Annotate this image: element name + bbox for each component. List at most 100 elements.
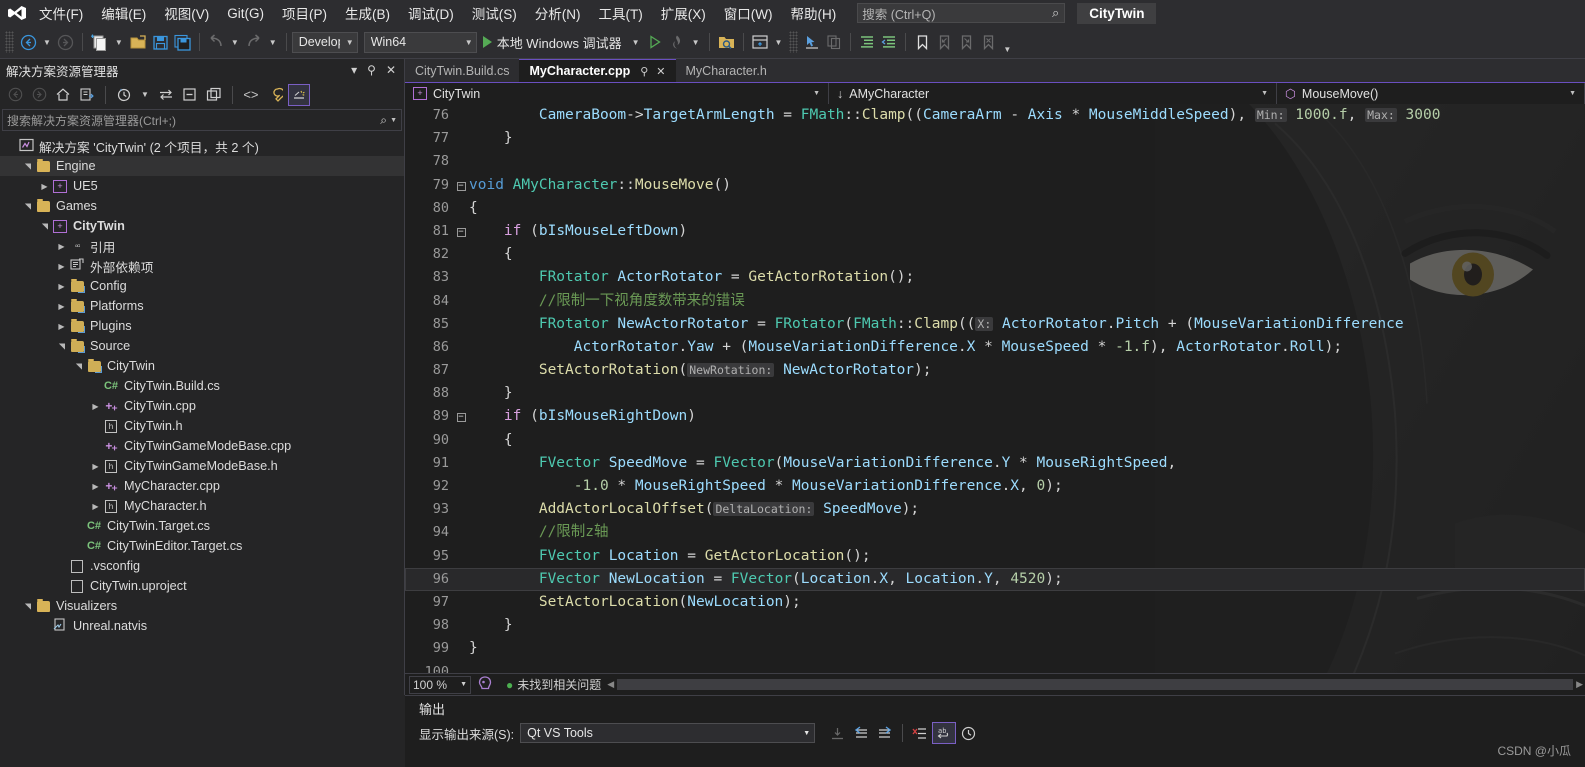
home-icon[interactable] [52,84,74,106]
expander-collapsed-icon[interactable]: ▶ [55,282,68,291]
decrease-indent-icon[interactable] [878,30,900,54]
menu-item-edit[interactable]: 编辑(E) [92,0,155,26]
expander-expanded-icon[interactable]: ◢ [23,200,32,213]
close-icon[interactable]: ✕ [656,65,665,78]
undo-dropdown-icon[interactable]: ▼ [227,38,243,47]
expander-collapsed-icon[interactable]: ▶ [89,402,102,411]
code-line[interactable]: 82 { [405,243,1585,266]
bookmark-icon[interactable] [911,30,933,54]
tree-item[interactable]: ▶ +₊ MyCharacter.cpp [0,476,404,496]
back-icon[interactable] [4,84,26,106]
code-line[interactable]: 96 FVector NewLocation = FVector(Locatio… [405,567,1585,591]
tree-item[interactable]: C# CityTwin.Build.cs [0,376,404,396]
hot-reload-icon[interactable] [666,30,688,54]
expander-collapsed-icon[interactable]: ▶ [55,242,68,251]
tree-item[interactable]: ▶ +₊ CityTwin.cpp [0,396,404,416]
navbar-type-dropdown[interactable]: ↓ AMyCharacter ▼ [829,83,1277,104]
play-outline-icon[interactable] [644,30,666,54]
pending-changes-icon[interactable] [76,84,98,106]
menu-item-help[interactable]: 帮助(H) [781,0,845,26]
selection-pointer-icon[interactable] [801,30,823,54]
output-clear-all-icon[interactable] [908,722,932,744]
code-line[interactable]: 84 //限制一下视角度数带来的错误 [405,290,1585,313]
tree-item[interactable]: C# CityTwin.Target.cs [0,516,404,536]
code-line[interactable]: 99} [405,637,1585,660]
tree-item[interactable]: ◢ Engine [0,156,404,176]
editor-tab-mycharacter-h[interactable]: MyCharacter.h [675,59,777,82]
search-folder-icon[interactable] [715,30,738,54]
new-folder-icon[interactable] [203,84,225,106]
history-icon[interactable] [113,84,135,106]
close-icon[interactable]: ✕ [386,63,396,77]
output-go-next-icon[interactable] [873,722,897,744]
tree-item[interactable]: h CityTwin.h [0,416,404,436]
tree-item[interactable]: ▶ Config [0,276,404,296]
save-icon[interactable] [150,30,172,54]
menu-item-window[interactable]: 窗口(W) [715,0,782,26]
tree-item[interactable]: ▶ h MyCharacter.h [0,496,404,516]
expander-collapsed-icon[interactable]: ▶ [55,302,68,311]
solution-explorer-search-input[interactable]: 搜索解决方案资源管理器(Ctrl+;) ⌕ ▼ [2,109,402,131]
copy-icon[interactable] [823,30,845,54]
tree-item[interactable]: CityTwin.uproject [0,576,404,596]
navigate-back-icon[interactable] [17,30,39,54]
scrollbar-thumb[interactable] [617,679,1574,690]
editor-tab-citytwin-build-cs[interactable]: CityTwin.Build.cs [405,59,520,82]
platform-combo[interactable]: Win64 ▼ [363,31,477,53]
editor-tab-mycharacter-cpp[interactable]: MyCharacter.cpp ⚲ ✕ [519,59,676,82]
expander-expanded-icon[interactable]: ◢ [23,600,32,613]
open-file-icon[interactable] [127,30,150,54]
code-line[interactable]: 94 //限制z轴 [405,521,1585,544]
sync-with-active-document-icon[interactable] [155,84,177,106]
code-line[interactable]: 78 [405,150,1585,173]
back-dropdown-icon[interactable]: ▼ [39,38,55,47]
toolbar-grip-2[interactable] [789,31,799,53]
increase-indent-icon[interactable] [856,30,878,54]
code-line[interactable]: 88 } [405,382,1585,405]
editor-horizontal-scrollbar[interactable]: ◀ ▶ [607,678,1583,691]
tree-item[interactable]: ◢ Games [0,196,404,216]
output-find-messages-icon[interactable] [825,722,849,744]
navigate-forward-icon[interactable] [55,30,77,54]
output-toggle-timestamp-icon[interactable] [956,722,980,744]
expander-expanded-icon[interactable]: ◢ [40,220,49,233]
menu-item-tools[interactable]: 工具(T) [590,0,652,26]
tree-item[interactable]: ▶ ◦▫ 引用 [0,236,404,256]
tree-item[interactable]: 解决方案 'CityTwin' (2 个项目，共 2 个) [0,136,404,156]
redo-dropdown-icon[interactable]: ▼ [265,38,281,47]
menu-item-view[interactable]: 视图(V) [155,0,218,26]
expander-collapsed-icon[interactable]: ▶ [89,462,102,471]
tree-item[interactable]: .vsconfig [0,556,404,576]
bookmark-clear-icon[interactable] [977,30,999,54]
collapse-all-icon[interactable] [179,84,201,106]
tree-item[interactable]: ◢ Source [0,336,404,356]
expander-collapsed-icon[interactable]: ▶ [55,262,68,271]
expander-collapsed-icon[interactable]: ▶ [89,502,102,511]
code-line[interactable]: 76 CameraBoom->TargetArmLength = FMath::… [405,104,1585,127]
tree-item[interactable]: ▶ 外部依赖项 [0,256,404,276]
toolbar-grip[interactable] [5,31,14,53]
new-item-dropdown-icon[interactable]: ▼ [111,38,127,47]
expander-collapsed-icon[interactable]: ▶ [89,482,102,491]
bookmark-next-icon[interactable] [955,30,977,54]
pin-icon[interactable]: ⚲ [640,65,648,78]
tree-item[interactable]: ◢ + CityTwin [0,216,404,236]
code-line[interactable]: 85 FRotator NewActorRotator = FRotator(F… [405,313,1585,336]
menu-item-project[interactable]: 项目(P) [273,0,336,26]
fold-collapse-icon[interactable]: − [453,220,469,243]
scroll-left-icon[interactable]: ◀ [607,679,617,690]
window-layout-icon[interactable] [749,30,771,54]
redo-icon[interactable] [243,30,265,54]
code-line[interactable]: 100 [405,661,1585,674]
tree-item[interactable]: C# CityTwinEditor.Target.cs [0,536,404,556]
code-line[interactable]: 89− if (bIsMouseRightDown) [405,405,1585,428]
navbar-project-dropdown[interactable]: + CityTwin ▼ [405,83,829,104]
start-dropdown-icon[interactable]: ▼ [628,38,644,47]
menu-item-build[interactable]: 生成(B) [336,0,399,26]
fold-collapse-icon[interactable]: − [453,405,469,428]
expander-expanded-icon[interactable]: ◢ [57,340,66,353]
save-all-icon[interactable] [172,30,194,54]
intellicode-icon[interactable] [471,675,496,694]
tree-item[interactable]: ▶ h CityTwinGameModeBase.h [0,456,404,476]
properties-icon[interactable] [264,84,286,106]
